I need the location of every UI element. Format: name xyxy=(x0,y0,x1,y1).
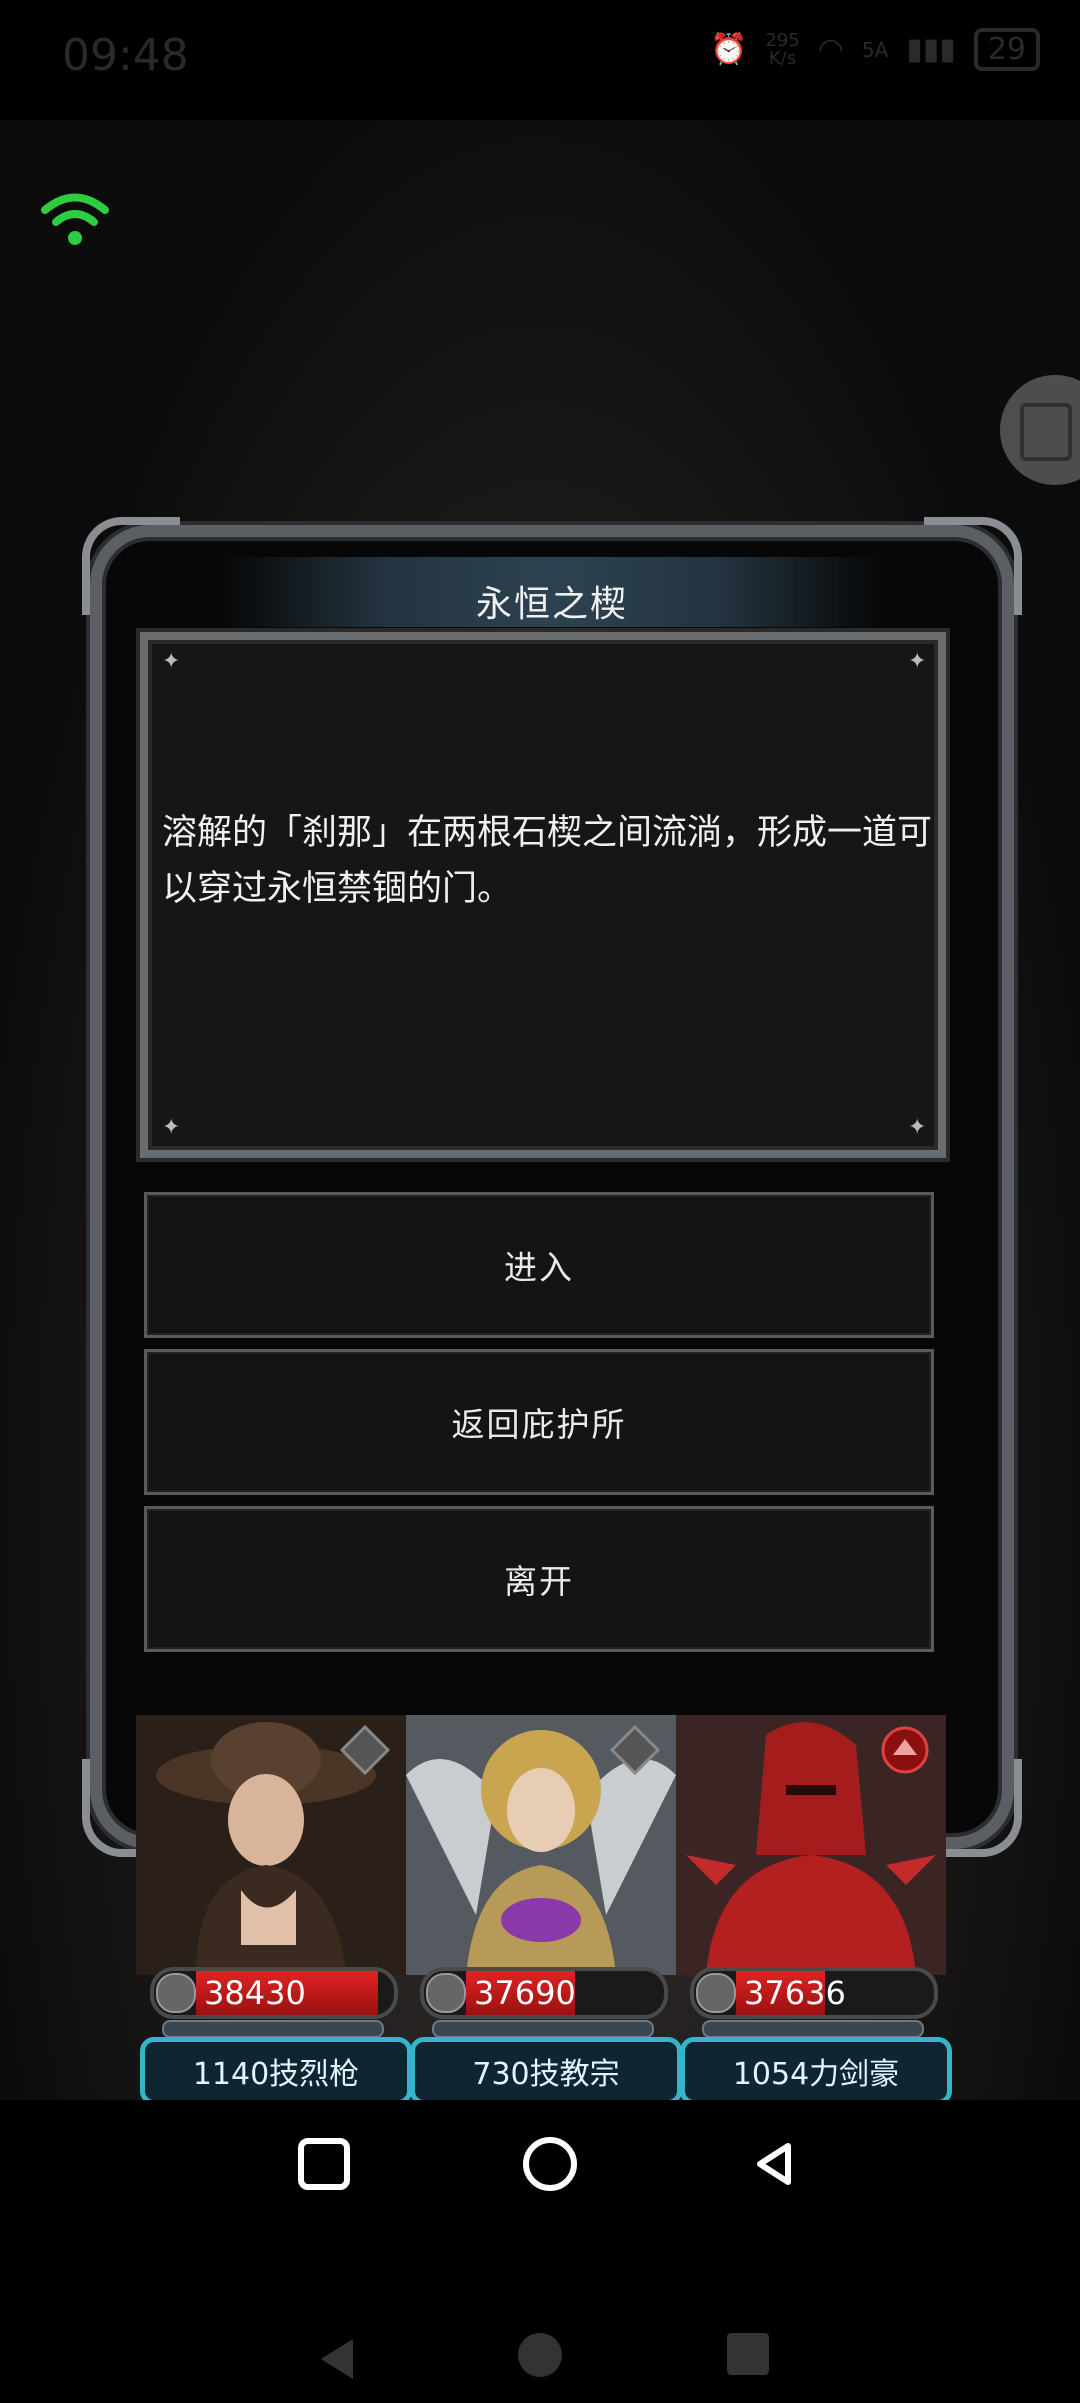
sparkle-icon: ✦ xyxy=(908,1115,927,1140)
hero-name-plate: 1140技烈枪 xyxy=(140,2037,412,2105)
home-icon[interactable] xyxy=(523,2137,577,2191)
title-band: 永恒之楔 xyxy=(222,557,882,627)
hero-card[interactable]: 37636 1054力剑豪 xyxy=(676,1715,952,2105)
hero-card[interactable]: 37690 730技教宗 xyxy=(406,1715,682,2105)
party-bar: 38430 1140技烈枪 37690 730技教宗 37636 1054力剑豪 xyxy=(136,1715,952,2105)
hero-name-plate: 730技教宗 xyxy=(410,2037,682,2105)
hero-card[interactable]: 38430 1140技烈枪 xyxy=(136,1715,412,2105)
gray-crest-icon xyxy=(610,1725,660,1775)
ornament-corner xyxy=(82,517,180,615)
sparkle-icon: ✦ xyxy=(908,649,927,674)
hp-bar: 38430 xyxy=(150,1967,398,2019)
home-icon[interactable] xyxy=(518,2333,562,2377)
option-enter-button[interactable]: 进入 xyxy=(144,1192,934,1338)
bag-icon xyxy=(1020,403,1072,461)
event-description: 溶解的「刹那」在两根石楔之间流淌，形成一道可以穿过永恒禁锢的门。 xyxy=(162,813,933,909)
speed-unit: K/s xyxy=(768,47,797,69)
back-icon[interactable] xyxy=(315,2335,359,2383)
option-return-shelter-button[interactable]: 返回庇护所 xyxy=(144,1349,934,1495)
description-box: ✦ ✦ ✦ ✦ 溶解的「刹那」在两根石楔之间流淌，形成一道可以穿过永恒禁锢的门。 xyxy=(140,632,946,1158)
energy-bar xyxy=(432,2020,654,2038)
side-menu-tab[interactable] xyxy=(1000,375,1080,485)
gray-crest-icon xyxy=(340,1725,390,1775)
hp-value: 37690 xyxy=(474,1974,576,2012)
sparkle-icon: ✦ xyxy=(162,649,181,674)
energy-bar xyxy=(162,2020,384,2038)
network-speed: 295 K/s xyxy=(765,31,799,69)
shield-icon xyxy=(696,1973,736,2013)
event-dialog: 永恒之楔 ✦ ✦ ✦ ✦ 溶解的「刹那」在两根石楔之间流淌，形成一道可以穿过永恒… xyxy=(82,517,1022,1857)
sparkle-icon: ✦ xyxy=(162,1115,181,1140)
alarm-icon: ⏰ xyxy=(709,32,748,67)
red-crest-icon xyxy=(881,1726,929,1774)
option-leave-button[interactable]: 离开 xyxy=(144,1506,934,1652)
hp-bar: 37690 xyxy=(420,1967,668,2019)
wifi-status-icon: ◠ xyxy=(817,32,844,67)
shield-icon xyxy=(426,1973,466,2013)
recent-apps-icon[interactable] xyxy=(298,2138,350,2190)
network-type: 5A xyxy=(861,37,889,62)
signal-icon: ▮▮▮ xyxy=(906,32,956,67)
status-icons: ⏰ 295 K/s ◠ 5A ▮▮▮ 29 xyxy=(710,28,1040,71)
back-icon[interactable] xyxy=(752,2140,796,2188)
system-nav-bar xyxy=(0,2100,1080,2403)
hp-bar: 37636 xyxy=(690,1967,938,2019)
recent-apps-icon[interactable] xyxy=(727,2333,769,2375)
shield-icon xyxy=(156,1973,196,2013)
battery-indicator: 29 xyxy=(973,28,1040,71)
hero-name-plate: 1054力剑豪 xyxy=(680,2037,952,2105)
hp-value: 38430 xyxy=(204,1974,306,2012)
connection-wifi-icon xyxy=(41,193,109,245)
ornament-corner xyxy=(924,517,1022,615)
status-bar: 09:48 ⏰ 295 K/s ◠ 5A ▮▮▮ 29 xyxy=(0,0,1080,120)
dialog-title: 永恒之楔 xyxy=(475,584,628,625)
energy-bar xyxy=(702,2020,924,2038)
clock: 09:48 xyxy=(62,30,189,81)
hp-value: 37636 xyxy=(744,1974,846,2012)
